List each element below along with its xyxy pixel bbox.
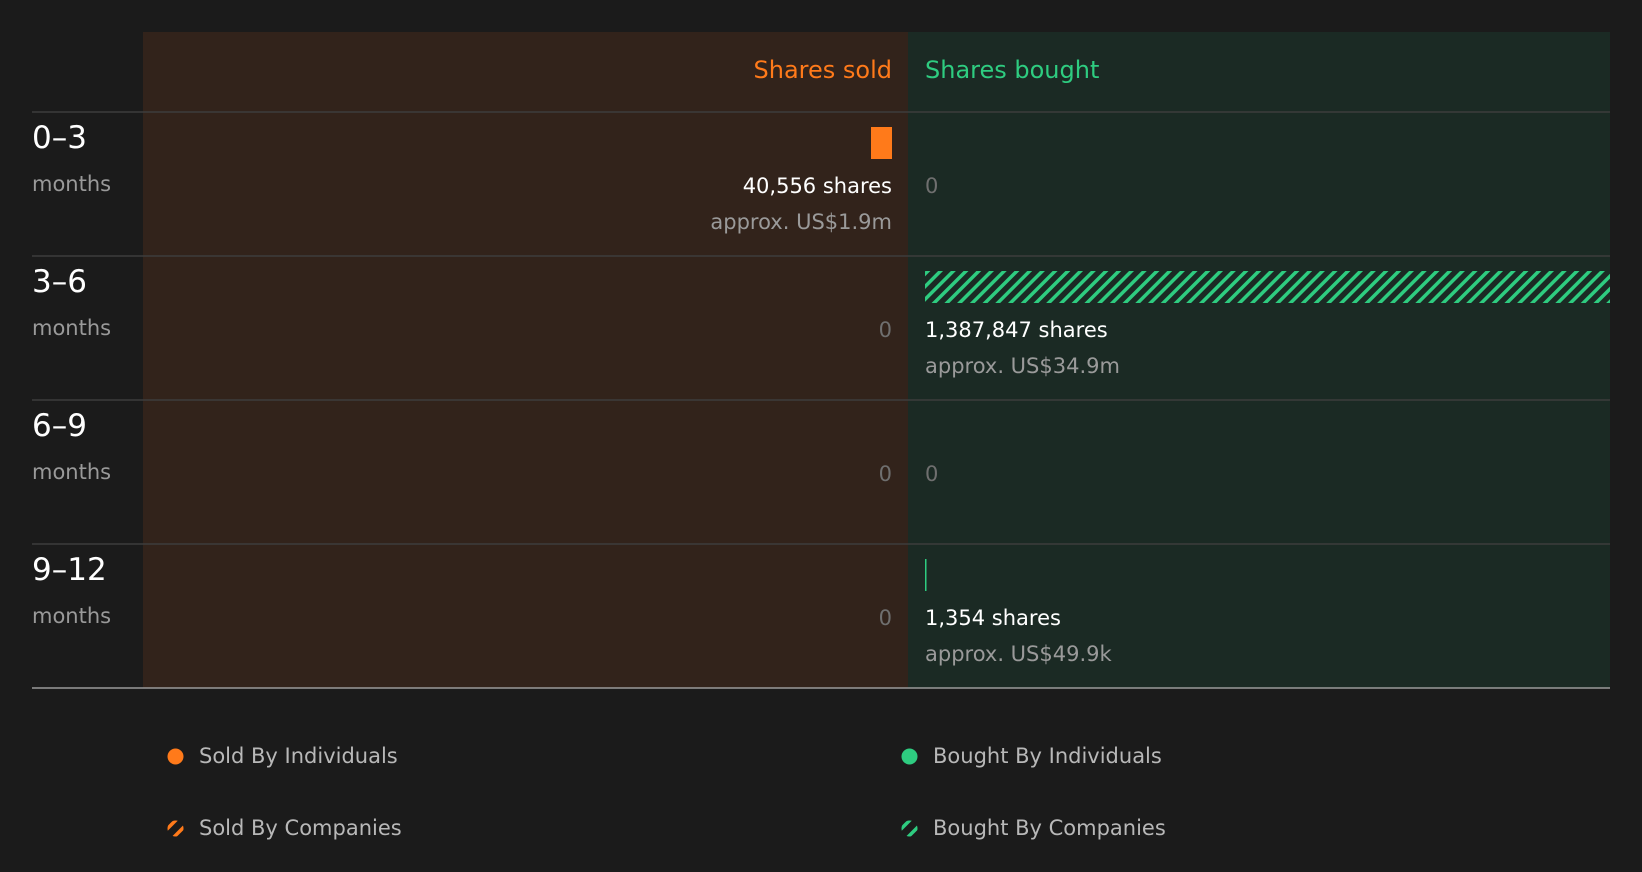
bought-bar [925,271,1610,303]
period-label: 3–6 [32,264,87,300]
legend-sold-companies: Sold By Companies [167,816,402,840]
bought-zero-label: 0 [925,462,938,486]
sold-panel-background [143,32,908,688]
bought-value-label: approx. US$49.9k [925,642,1113,666]
legend-bought-individuals: Bought By Individuals [901,744,1162,768]
legend-label: Bought By Companies [933,816,1166,840]
period-unit-label: months [32,172,111,196]
orange-dot-icon [167,748,184,765]
sold-zero-label: 0 [879,318,892,342]
legend-label: Sold By Individuals [199,744,398,768]
legend-sold-individuals: Sold By Individuals [167,744,398,768]
bought-shares-label: 1,354 shares [925,606,1061,630]
orange-hatch-icon [167,820,184,837]
legend-bought-companies: Bought By Companies [901,816,1166,840]
period-unit-label: months [32,604,111,628]
sold-shares-label: 40,556 shares [743,174,892,198]
period-label: 0–3 [32,120,87,156]
sold-zero-label: 0 [879,462,892,486]
sold-value-label: approx. US$1.9m [710,210,892,234]
green-dot-icon [901,748,918,765]
legend-label: Bought By Individuals [933,744,1162,768]
legend-label: Sold By Companies [199,816,402,840]
sold-bar [871,127,892,159]
sold-zero-label: 0 [879,606,892,630]
sold-panel-title: Shares sold [754,56,892,84]
period-label: 6–9 [32,408,87,444]
period-label: 9–12 [32,552,107,588]
period-unit-label: months [32,460,111,484]
bought-value-label: approx. US$34.9m [925,354,1120,378]
bought-bar [925,559,927,591]
period-unit-label: months [32,316,111,340]
bought-zero-label: 0 [925,174,938,198]
bought-shares-label: 1,387,847 shares [925,318,1108,342]
green-hatch-icon [901,820,918,837]
insider-trading-chart: Shares sold Shares bought 0–3 months 40,55… [32,32,1610,689]
bought-panel-title: Shares bought [925,56,1099,84]
